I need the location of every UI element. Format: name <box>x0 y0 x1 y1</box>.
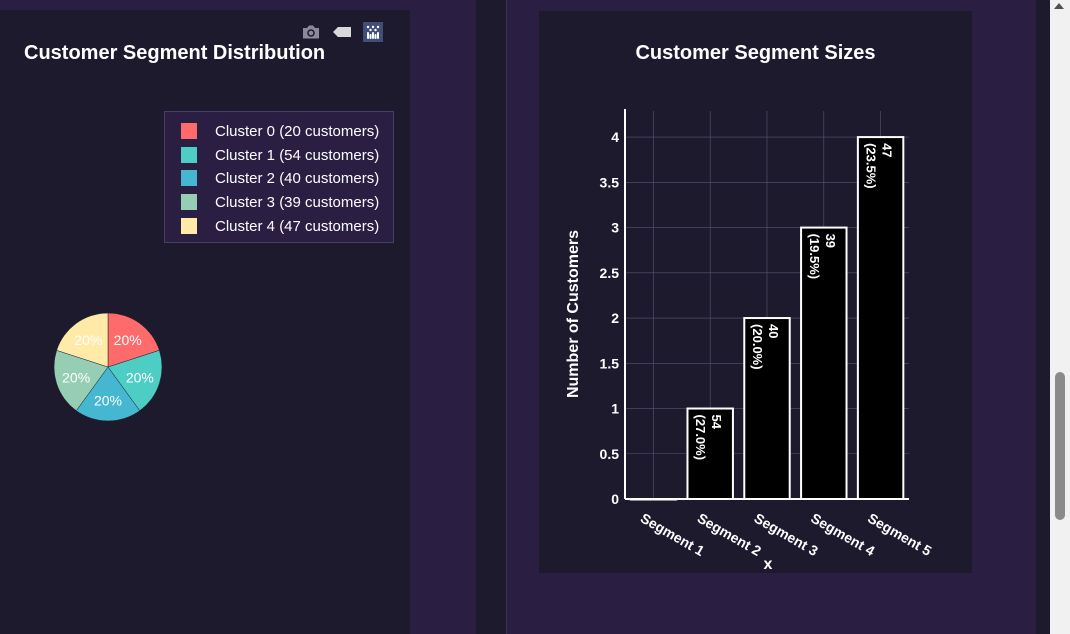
dashboard-page: Customer Segment Distribution Cluster 0 … <box>0 0 1070 634</box>
y-tick-label: 1 <box>611 401 619 417</box>
legend-item[interactable]: Cluster 4 (47 customers) <box>181 216 379 236</box>
scroll-up-arrow-icon[interactable] <box>1054 3 1064 9</box>
x-axis-title: x <box>764 556 773 573</box>
bar-value-label: 40 <box>766 324 781 338</box>
chart-modebar <box>300 22 384 42</box>
plotly-logo-icon[interactable] <box>362 22 384 42</box>
legend-label: Cluster 4 (47 customers) <box>215 217 380 235</box>
bar-value-label: 39 <box>823 234 838 248</box>
y-tick-label: 2.5 <box>600 265 620 281</box>
pie-slice-label: 20% <box>62 369 90 385</box>
legend-swatch <box>181 123 197 139</box>
pie-slice-label: 20% <box>114 332 142 348</box>
bar-percent-label: (23.5%) <box>864 143 879 189</box>
vertical-scrollbar[interactable] <box>1050 0 1070 634</box>
x-tick-label: Segment 5 <box>865 510 934 559</box>
y-tick-label: 4 <box>611 129 619 145</box>
y-tick-label: 3 <box>611 220 619 236</box>
bar-percent-label: (20.0%) <box>750 324 765 370</box>
legend-swatch <box>181 218 197 234</box>
legend-item[interactable]: Cluster 1 (54 customers) <box>181 145 379 165</box>
pie-chart-title: Customer Segment Distribution <box>24 42 326 64</box>
y-tick-label: 2 <box>611 310 619 326</box>
y-tick-label: 0.5 <box>600 446 620 462</box>
x-tick-label: Segment 3 <box>752 510 821 559</box>
bar-percent-label: (27.0%) <box>693 415 708 461</box>
legend-label: Cluster 2 (40 customers) <box>215 169 380 187</box>
tag-icon[interactable] <box>331 22 353 42</box>
scroll-gutter <box>1036 0 1050 634</box>
legend-swatch <box>181 170 197 186</box>
legend-label: Cluster 1 (54 customers) <box>215 146 380 164</box>
x-tick-label: Segment 2 <box>695 510 764 559</box>
camera-icon[interactable] <box>300 22 322 42</box>
scroll-thumb[interactable] <box>1055 372 1065 520</box>
legend-item[interactable]: Cluster 2 (40 customers) <box>181 168 379 188</box>
pie-legend: Cluster 0 (20 customers) Cluster 1 (54 c… <box>164 111 394 243</box>
pie-slice-label: 20% <box>74 332 102 348</box>
y-tick-label: 1.5 <box>600 355 620 371</box>
legend-swatch <box>181 194 197 210</box>
bar-value-label: 54 <box>709 415 724 430</box>
y-tick-label: 0 <box>611 491 619 507</box>
pie-chart: 20%20%20%20%20% <box>53 312 163 422</box>
legend-label: Cluster 3 (39 customers) <box>215 193 380 211</box>
pie-slice-label: 20% <box>126 369 154 385</box>
bar-chart: 0 0.5 1 1.5 2 2.5 3 3.5 4 Segment 1 54(27.0%) Segme… <box>565 109 935 573</box>
legend-swatch <box>181 147 197 163</box>
bar-value-label: 47 <box>880 143 895 157</box>
legend-item[interactable]: Cluster 0 (20 customers) <box>181 121 379 141</box>
y-tick-label: 3.5 <box>600 174 620 190</box>
x-tick-label: Segment 1 <box>638 510 707 559</box>
y-axis-title: Number of Customers <box>565 230 582 398</box>
legend-label: Cluster 0 (20 customers) <box>215 122 380 140</box>
panel-gap <box>476 0 506 634</box>
bar[interactable] <box>856 136 905 500</box>
legend-item[interactable]: Cluster 3 (39 customers) <box>181 192 379 212</box>
bar-percent-label: (19.5%) <box>807 234 822 280</box>
x-tick-label: Segment 4 <box>808 510 877 559</box>
pie-slice-label: 20% <box>94 392 122 408</box>
